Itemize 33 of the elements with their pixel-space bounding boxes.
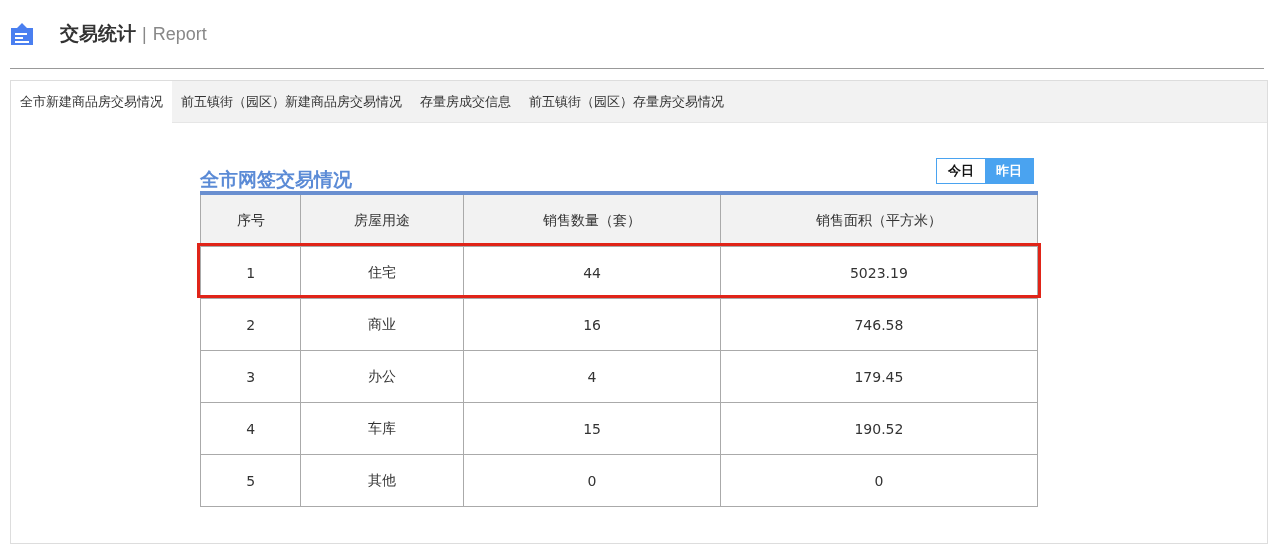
page-title: 交易统计 [60,21,136,46]
table-cell: 4 [200,402,301,455]
table-cell: 15 [463,402,721,455]
table-cell: 5 [200,454,301,507]
title-separator: | [142,23,147,45]
table-cell: 1 [200,246,301,299]
table-cell: 其他 [300,454,464,507]
table-cell: 179.45 [720,350,1038,403]
report-icon [10,23,34,45]
table-cell: 3 [200,350,301,403]
table-cell: 办公 [300,350,464,403]
table-cell: 2 [200,298,301,351]
table-cell: 16 [463,298,721,351]
table-cell: 190.52 [720,402,1038,455]
table-cell: 商业 [300,298,464,351]
column-header: 销售面积（平方米） [720,193,1038,247]
tab[interactable]: 存量房成交信息 [411,81,520,123]
tab[interactable]: 前五镇街（园区）存量房交易情况 [520,81,733,123]
page-subtitle: Report [152,23,207,45]
table-cell: 住宅 [300,246,464,299]
column-header: 销售数量（套） [463,193,721,247]
column-header: 房屋用途 [300,193,464,247]
table-cell: 746.58 [720,298,1038,351]
tab[interactable]: 全市新建商品房交易情况 [11,81,172,123]
table-cell: 44 [463,246,721,299]
table-cell: 5023.19 [720,246,1038,299]
table-cell: 4 [463,350,721,403]
table-cell: 0 [463,454,721,507]
tab[interactable]: 前五镇街（园区）新建商品房交易情况 [172,81,411,123]
table-cell: 0 [720,454,1038,507]
table-cell: 车库 [300,402,464,455]
column-header: 序号 [200,193,301,247]
section-title: 全市网签交易情况 [200,167,352,191]
